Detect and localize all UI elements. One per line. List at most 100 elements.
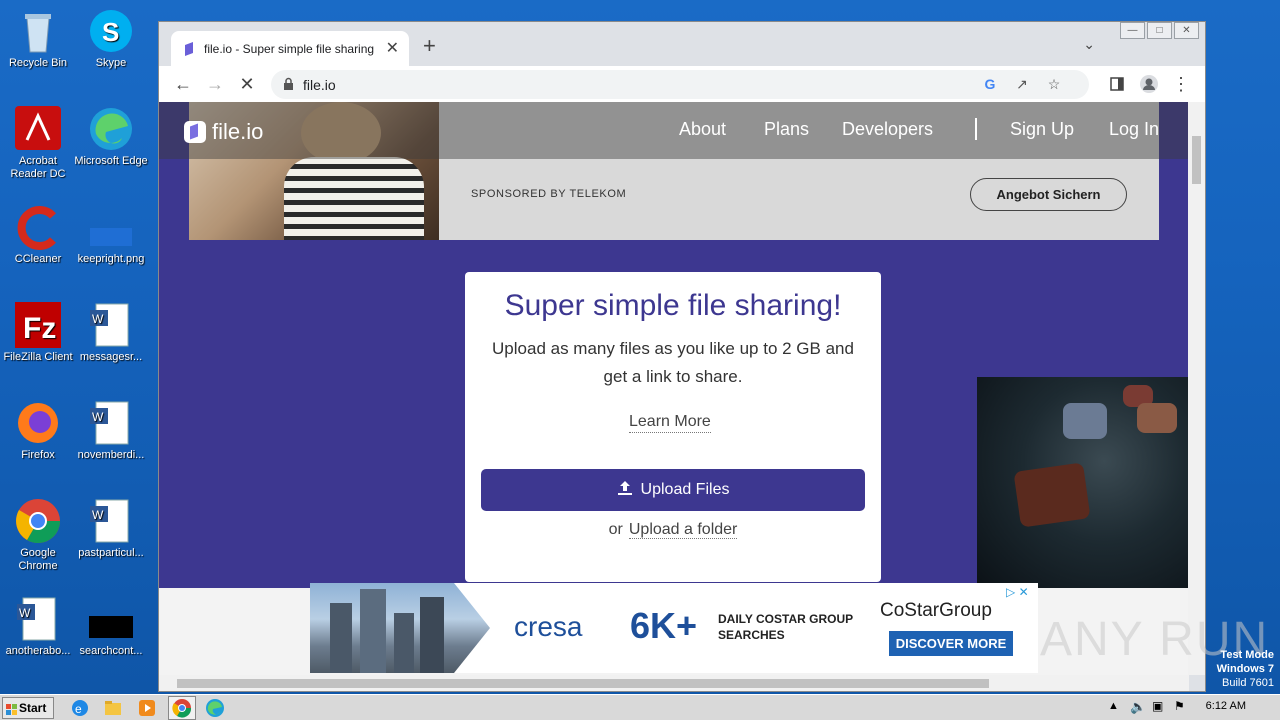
internet-explorer-icon[interactable]: e: [70, 698, 90, 718]
desktop-icon-document[interactable]: W anotherabo...: [0, 596, 76, 658]
word-document-icon: W: [15, 596, 61, 642]
horizontal-scrollbar[interactable]: [159, 675, 1189, 691]
site-header: file.io About Plans Developers Sign Up L…: [159, 102, 1189, 159]
desktop-icon-label: Skype: [95, 57, 127, 69]
start-button[interactable]: Start: [2, 697, 54, 719]
nav-log-in[interactable]: Log In: [1109, 119, 1159, 140]
cresa-logo: cresa: [514, 611, 583, 642]
desktop-icon-recycle-bin[interactable]: Recycle Bin: [0, 8, 76, 70]
word-document-icon: W: [88, 302, 134, 348]
ad-headline-number: 6K+: [630, 605, 698, 646]
sponsored-label: SPONSORED BY TELEKOM: [471, 188, 627, 200]
tab-bar: file.io - Super simple file sharing ✕ + …: [159, 22, 1205, 66]
ad-cta-button[interactable]: Angebot Sichern: [970, 178, 1127, 211]
new-tab-button[interactable]: +: [423, 35, 436, 57]
desktop-icon-edge[interactable]: Microsoft Edge: [73, 106, 149, 168]
scrollbar-thumb[interactable]: [1192, 136, 1201, 184]
hero-subtitle: Upload as many files as you like up to 2…: [492, 339, 854, 386]
desktop-icon-label: Firefox: [21, 449, 55, 461]
discover-more-button[interactable]: DISCOVER MORE: [889, 631, 1013, 656]
site-logo[interactable]: file.io: [184, 119, 263, 145]
desktop-icon-firefox[interactable]: Firefox: [0, 400, 76, 462]
taskbar: Start e ▲ 🔈 ▣ ⚑ 6:12 AM: [0, 694, 1280, 720]
filezilla-icon: Fz: [15, 302, 61, 348]
bookmark-star-icon[interactable]: ☆: [1045, 75, 1063, 93]
adchoices-icon[interactable]: ▷ ✕: [1006, 585, 1029, 599]
test-mode-label: Test Mode: [1220, 649, 1274, 661]
share-icon[interactable]: ↗: [1013, 75, 1031, 93]
back-arrow-icon[interactable]: ←: [171, 72, 195, 96]
edge-taskbar-icon[interactable]: [205, 698, 225, 718]
svg-text:S: S: [102, 17, 119, 47]
desktop-icon-ccleaner[interactable]: CCleaner: [0, 204, 76, 266]
profile-avatar-icon[interactable]: [1137, 72, 1161, 96]
svg-text:W: W: [92, 410, 104, 424]
word-document-icon: W: [88, 498, 134, 544]
desktop-icon-chrome[interactable]: Google Chrome: [0, 498, 76, 573]
desktop-icon-label: Microsoft Edge: [74, 155, 148, 167]
clock[interactable]: 6:12 AM: [1206, 700, 1246, 712]
tab-close-icon[interactable]: ✕: [386, 38, 399, 58]
desktop-icon-acrobat[interactable]: Acrobat Reader DC: [0, 106, 76, 181]
building: [420, 597, 444, 673]
chrome-taskbar-icon[interactable]: [168, 696, 196, 720]
desktop-icon-pastparticul[interactable]: W pastparticul...: [73, 498, 149, 560]
desktop-icon-skype[interactable]: S Skype: [73, 8, 149, 70]
nav-sign-up[interactable]: Sign Up: [1010, 119, 1074, 140]
lock-icon: [283, 77, 294, 91]
speaker-icon[interactable]: 🔈: [1130, 699, 1146, 715]
logo-text: file.io: [212, 119, 264, 144]
stop-loading-icon[interactable]: ✕: [235, 72, 259, 96]
desktop-icon-label: searchcont...: [79, 645, 143, 657]
desktop-icon-label: FileZilla Client: [3, 351, 73, 363]
ad-tagline: DAILY COSTAR GROUP SEARCHES: [718, 611, 853, 643]
google-lens-icon[interactable]: G: [981, 75, 999, 93]
upload-folder-link[interactable]: Upload a folder: [628, 521, 738, 539]
media-player-icon[interactable]: [137, 698, 157, 718]
desktop-icon-november[interactable]: W novemberdi...: [73, 400, 149, 462]
start-label: Start: [19, 701, 47, 715]
city-skyline-image: [310, 583, 490, 673]
tab-title: file.io - Super simple file sharing: [204, 42, 375, 56]
desktop-icon-label: pastparticul...: [78, 547, 144, 559]
scrollbar-thumb[interactable]: [177, 679, 989, 688]
kebab-menu-icon[interactable]: ⋮: [1169, 72, 1193, 96]
address-bar[interactable]: file.io G ↗ ☆: [271, 70, 1089, 99]
forward-arrow-icon[interactable]: →: [203, 72, 227, 96]
desktop-icon-keepright[interactable]: keepright.png: [73, 204, 149, 266]
nav-developers[interactable]: Developers: [842, 119, 933, 140]
image-file-icon: [88, 204, 134, 250]
learn-more-link[interactable]: Learn More: [629, 413, 711, 433]
bottom-advertisement[interactable]: cresa 6K+ DAILY COSTAR GROUP SEARCHES Co…: [310, 583, 1038, 673]
side-video-ad[interactable]: [977, 377, 1189, 588]
desktop-icon-searchcont[interactable]: searchcont...: [73, 596, 149, 658]
network-icon[interactable]: ▣: [1152, 699, 1163, 713]
nav-plans[interactable]: Plans: [764, 119, 809, 140]
ad-tagline-line1: DAILY COSTAR GROUP: [718, 612, 854, 626]
desktop-icon-filezilla[interactable]: Fz FileZilla Client: [0, 302, 76, 364]
svg-text:W: W: [92, 312, 104, 326]
desktop-icon-label: CCleaner: [14, 253, 62, 265]
upload-files-button[interactable]: Upload Files: [481, 469, 865, 511]
ccleaner-icon: [15, 204, 61, 250]
svg-text:W: W: [92, 508, 104, 522]
vertical-scrollbar[interactable]: [1188, 102, 1205, 675]
side-panel-icon[interactable]: [1105, 72, 1129, 96]
ad-tagline-line2: SEARCHES: [718, 628, 785, 642]
desktop-icon-label: messagesr...: [79, 351, 143, 363]
tray-expand-icon[interactable]: ▲: [1108, 700, 1119, 712]
flag-icon[interactable]: ⚑: [1174, 699, 1185, 713]
nav-about[interactable]: About: [679, 119, 726, 140]
chocolate-shape: [1013, 462, 1091, 528]
acrobat-icon: [15, 106, 61, 152]
browser-tab[interactable]: file.io - Super simple file sharing ✕: [171, 31, 409, 66]
svg-text:e: e: [75, 702, 82, 716]
ad-photo-child-shirt: [284, 157, 424, 240]
or-text: or: [608, 521, 623, 538]
file-explorer-icon[interactable]: [103, 698, 123, 718]
tab-search-chevron-icon[interactable]: ⌄: [1083, 36, 1095, 53]
url-text: file.io: [303, 77, 336, 93]
costar-logo: CoStarGroup: [880, 600, 992, 621]
black-image-icon: [88, 596, 134, 642]
desktop-icon-messages[interactable]: W messagesr...: [73, 302, 149, 364]
